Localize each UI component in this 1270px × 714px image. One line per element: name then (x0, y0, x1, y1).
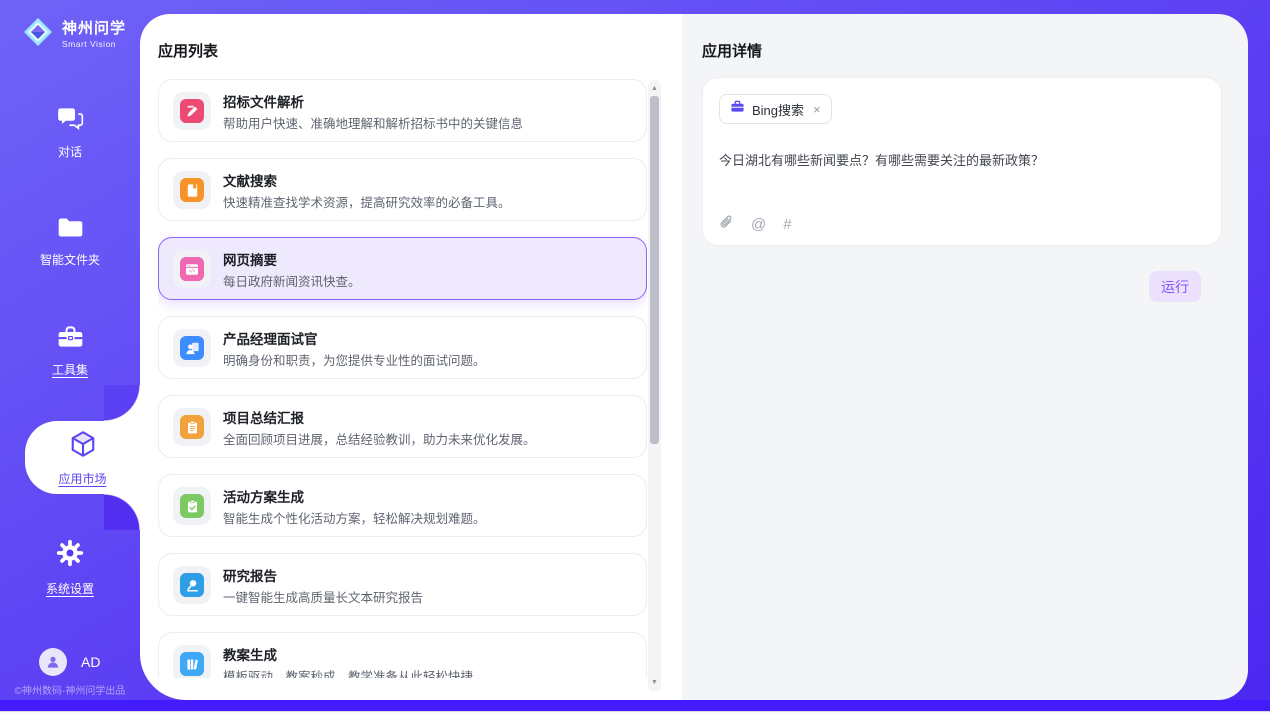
brand-logo: 神州问学 Smart Vision (22, 16, 126, 53)
scroll-down-icon[interactable]: ▼ (648, 676, 661, 690)
sidebar-item-gear[interactable]: 系统设置 (0, 538, 140, 597)
app-card[interactable]: 教案生成模板驱动，教案秒成，教学准备从此轻松快捷 (158, 632, 647, 678)
toolbox-icon (57, 325, 84, 354)
app-card-title: 网页摘要 (223, 249, 277, 269)
sidebar-item-cube[interactable]: 应用市场 (25, 421, 140, 494)
app-card-description: 一键智能生成高质量长文本研究报告 (223, 587, 423, 606)
app-card[interactable]: 产品经理面试官明确身份和职责，为您提供专业性的面试问题。 (158, 316, 647, 379)
app-icon-tile (173, 92, 211, 130)
app-icon-tile (173, 645, 211, 678)
app-card[interactable]: 项目总结汇报全面回顾项目进展，总结经验教训，助力未来优化发展。 (158, 395, 647, 458)
clipboard-icon (180, 415, 204, 439)
cube-icon (68, 429, 98, 464)
scrollbar[interactable]: ▲ ▼ (648, 80, 661, 692)
interviewer-icon (180, 336, 204, 360)
person-icon (45, 654, 61, 670)
book-icon (180, 178, 204, 202)
app-card-description: 模板驱动，教案秒成，教学准备从此轻松快捷 (223, 666, 473, 678)
close-icon[interactable]: × (813, 102, 821, 117)
app-card[interactable]: 活动方案生成智能生成个性化活动方案，轻松解决规划难题。 (158, 474, 647, 537)
tool-chip-label: Bing搜索 (752, 100, 804, 119)
app-list-viewport: 招标文件解析帮助用户快速、准确地理解和解析招标书中的关键信息文献搜索快速精准查找… (158, 79, 647, 678)
app-card-title: 活动方案生成 (223, 486, 304, 506)
app-icon-tile (173, 408, 211, 446)
app-detail-title: 应用详情 (702, 40, 762, 61)
sidebar-item-folder[interactable]: 智能文件夹 (0, 216, 140, 268)
brand-subtitle: Smart Vision (62, 40, 126, 49)
gear-icon (55, 538, 85, 573)
app-window: 神州问学 Smart Vision 对话智能文件夹工具集应用市场系统设置 AD … (0, 0, 1270, 714)
bottom-bar (0, 700, 1270, 711)
app-icon-tile: </> (173, 250, 211, 288)
diamond-logo-icon (22, 16, 54, 53)
sidebar-item-toolbox[interactable]: 工具集 (0, 325, 140, 378)
app-list-panel: 应用列表 招标文件解析帮助用户快速、准确地理解和解析招标书中的关键信息文献搜索快… (140, 14, 682, 700)
prompt-card: Bing搜索 × 今日湖北有哪些新闻要点？有哪些需要关注的最新政策？ @ # (702, 77, 1222, 246)
user-name: AD (81, 654, 100, 670)
app-list-title: 应用列表 (158, 40, 218, 61)
app-card[interactable]: 研究报告一键智能生成高质量长文本研究报告 (158, 553, 647, 616)
document-pen-icon (180, 99, 204, 123)
app-card[interactable]: 招标文件解析帮助用户快速、准确地理解和解析招标书中的关键信息 (158, 79, 647, 142)
folder-icon (57, 216, 84, 244)
app-card-title: 产品经理面试官 (223, 328, 318, 348)
app-icon-tile (173, 487, 211, 525)
app-card-description: 帮助用户快速、准确地理解和解析招标书中的关键信息 (223, 113, 523, 132)
sidebar-item-label: 对话 (58, 143, 82, 160)
paperclip-icon[interactable] (719, 214, 734, 235)
briefcase-icon (730, 99, 745, 119)
clipboard-check-icon (180, 494, 204, 518)
app-card-description: 全面回顾项目进展，总结经验教训，助力未来优化发展。 (223, 429, 536, 448)
app-card[interactable]: </> 网页摘要每日政府新闻资讯快查。 (158, 237, 647, 300)
app-card-title: 文献搜索 (223, 170, 277, 190)
app-card-description: 智能生成个性化活动方案，轻松解决规划难题。 (223, 508, 486, 527)
copyright-text: ©神州数码·神州问学出品 (0, 682, 140, 697)
app-icon-tile (173, 329, 211, 367)
app-card-title: 研究报告 (223, 565, 277, 585)
app-icon-tile (173, 171, 211, 209)
research-icon (180, 573, 204, 597)
scroll-up-icon[interactable]: ▲ (648, 82, 661, 96)
sidebar: 神州问学 Smart Vision 对话智能文件夹工具集应用市场系统设置 AD … (0, 0, 140, 700)
books-icon (180, 652, 204, 676)
run-button[interactable]: 运行 (1149, 271, 1201, 302)
sidebar-item-label: 智能文件夹 (40, 251, 100, 268)
sidebar-item-label: 工具集 (52, 361, 88, 378)
avatar (39, 648, 67, 676)
user-account[interactable]: AD (39, 648, 100, 676)
app-card-title: 教案生成 (223, 644, 277, 664)
input-toolbar: @ # (719, 214, 792, 235)
app-card-description: 明确身份和职责，为您提供专业性的面试问题。 (223, 350, 486, 369)
sidebar-item-label: 系统设置 (46, 580, 94, 597)
query-text[interactable]: 今日湖北有哪些新闻要点？有哪些需要关注的最新政策？ (719, 150, 1199, 169)
hash-icon[interactable]: # (783, 216, 791, 233)
app-card-title: 项目总结汇报 (223, 407, 304, 427)
scrollbar-thumb[interactable] (650, 96, 659, 444)
app-icon-tile (173, 566, 211, 604)
app-detail-panel: 应用详情 Bing搜索 × 今日湖北有哪些新闻要点？有哪些需要关注的最新政策？ (682, 14, 1248, 700)
sidebar-item-chat[interactable]: 对话 (0, 106, 140, 160)
webpage-code-icon: </> (180, 257, 204, 281)
at-icon[interactable]: @ (751, 216, 766, 233)
chat-icon (57, 106, 84, 136)
app-card-description: 每日政府新闻资讯快查。 (223, 271, 361, 290)
app-card-description: 快速精准查找学术资源，提高研究效率的必备工具。 (223, 192, 511, 211)
tool-chip-bing-search[interactable]: Bing搜索 × (719, 94, 832, 124)
svg-text:</>: </> (189, 268, 196, 273)
app-card-title: 招标文件解析 (223, 91, 304, 111)
app-card[interactable]: 文献搜索快速精准查找学术资源，提高研究效率的必备工具。 (158, 158, 647, 221)
sidebar-item-label: 应用市场 (58, 470, 106, 487)
brand-name: 神州问学 (62, 21, 126, 36)
